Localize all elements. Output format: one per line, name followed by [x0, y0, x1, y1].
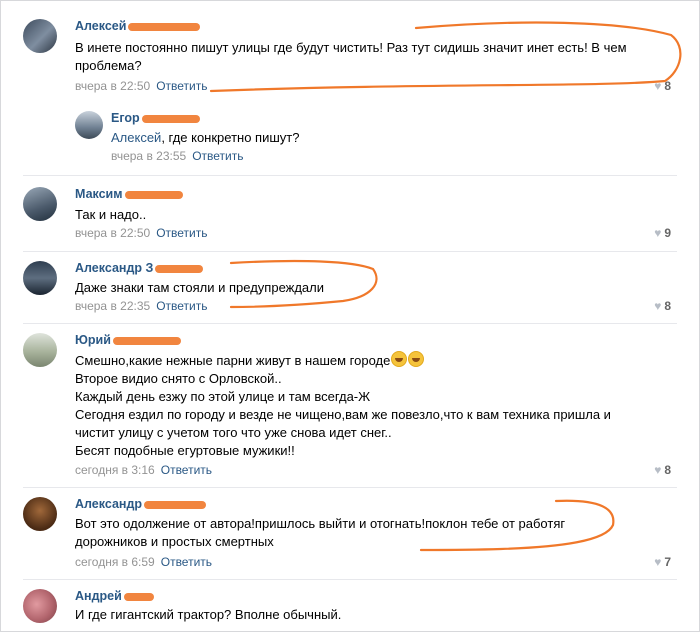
- comment-text: В инете постоянно пишут улицы где будут …: [75, 40, 627, 73]
- divider: [23, 175, 677, 176]
- timestamp[interactable]: сегодня в 3:16: [75, 463, 155, 477]
- avatar[interactable]: [23, 261, 57, 295]
- divider: [23, 323, 677, 324]
- like-counter[interactable]: ♥ 8: [654, 299, 671, 313]
- heart-icon: ♥: [654, 555, 662, 569]
- comment-meta: вчера в 22:35 Ответить: [75, 299, 207, 313]
- author-name[interactable]: Юрий: [75, 333, 181, 347]
- comment-text: Так и надо..: [75, 207, 147, 222]
- comments-panel: Алексей В инете постоянно пишут улицы гд…: [0, 0, 700, 632]
- timestamp[interactable]: вчера в 23:55: [111, 149, 186, 163]
- author-name[interactable]: Андрей: [75, 589, 154, 603]
- heart-icon: ♥: [654, 79, 662, 93]
- author-name[interactable]: Егор: [111, 111, 200, 125]
- avatar[interactable]: [75, 111, 103, 139]
- reply-link[interactable]: Ответить: [156, 299, 207, 313]
- comment-text: Алексей, где конкретно пишут?: [111, 130, 300, 145]
- divider: [23, 487, 677, 488]
- comment-meta: вчера в 22:50 Ответить: [75, 79, 207, 93]
- comment-text: Вот это одолжение от автора!пришлось вый…: [75, 516, 566, 549]
- author-name[interactable]: Александр: [75, 497, 207, 511]
- divider: [23, 579, 677, 580]
- reply-link[interactable]: Ответить: [192, 149, 243, 163]
- author-name[interactable]: Максим: [75, 187, 183, 201]
- divider: [23, 251, 677, 252]
- avatar[interactable]: [23, 333, 57, 367]
- like-counter[interactable]: ♥ 9: [654, 226, 671, 240]
- comment-meta: сегодня в 6:59 Ответить: [75, 555, 212, 569]
- heart-icon: ♥: [654, 299, 662, 313]
- timestamp[interactable]: вчера в 22:50: [75, 226, 150, 240]
- avatar[interactable]: [23, 497, 57, 531]
- avatar[interactable]: [23, 589, 57, 623]
- author-name[interactable]: Александр З: [75, 261, 204, 275]
- timestamp[interactable]: вчера в 22:50: [75, 79, 150, 93]
- like-counter[interactable]: ♥ 8: [654, 79, 671, 93]
- like-counter[interactable]: ♥ 7: [654, 555, 671, 569]
- smile-emoji-icon: [391, 351, 408, 367]
- heart-icon: ♥: [654, 226, 662, 240]
- like-counter[interactable]: ♥ 8: [654, 463, 671, 477]
- reply-link[interactable]: Ответить: [161, 463, 212, 477]
- avatar[interactable]: [23, 187, 57, 221]
- heart-icon: ♥: [654, 463, 662, 477]
- smile-emoji-icon: [408, 351, 425, 367]
- avatar[interactable]: [23, 19, 57, 53]
- author-name[interactable]: Алексей: [75, 19, 201, 33]
- comment-meta: вчера в 22:50 Ответить: [75, 226, 207, 240]
- comment-text: Даже знаки там стояли и предупреждали: [75, 280, 325, 295]
- timestamp[interactable]: вчера в 22:35: [75, 299, 150, 313]
- comment-meta: сегодня в 3:16 Ответить: [75, 463, 212, 477]
- reply-link[interactable]: Ответить: [156, 226, 207, 240]
- comment-text: Смешно,какие нежные парни живут в нашем …: [75, 351, 611, 458]
- comment-text: И где гигантский трактор? Вполне обычный…: [75, 607, 342, 622]
- timestamp[interactable]: сегодня в 6:59: [75, 555, 155, 569]
- comment-meta: вчера в 23:55 Ответить: [111, 149, 243, 163]
- reply-link[interactable]: Ответить: [156, 79, 207, 93]
- mention-link[interactable]: Алексей: [111, 130, 161, 145]
- reply-link[interactable]: Ответить: [161, 555, 212, 569]
